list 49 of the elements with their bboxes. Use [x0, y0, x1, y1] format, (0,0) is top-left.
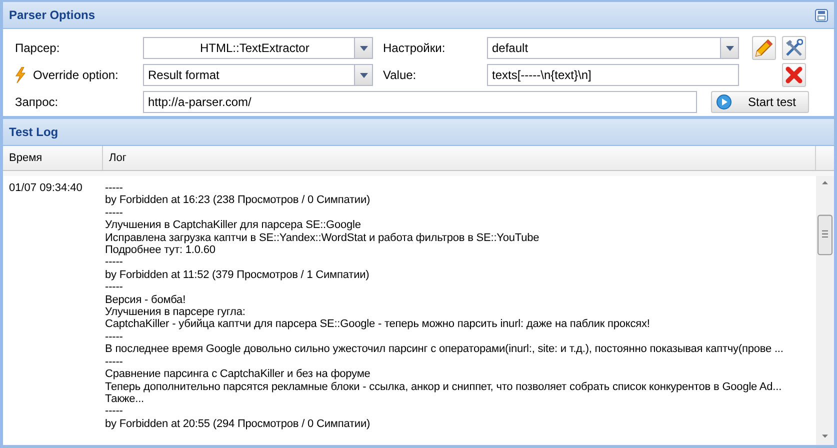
- log-line: -----: [104, 356, 124, 368]
- log-line: -----: [104, 330, 124, 344]
- log-line: CaptchaKiller - убийца каптчи для парсера SE::Google - теперь можно парсить inurl: даже на паблик проксях!: [104, 318, 651, 331]
- settings-select[interactable]: default: [487, 37, 739, 59]
- close-icon: [785, 66, 803, 84]
- log-line: Сравнение парсинга с CaptchaKiller и без на форуме: [104, 368, 372, 380]
- field-label: Value:: [383, 68, 418, 82]
- pencil-icon: [755, 39, 773, 57]
- log-line: by Forbidden at 20:55 (294 Просмотров / 0 Симпатии): [104, 418, 372, 430]
- play-icon: [716, 94, 732, 110]
- caret-icon: [360, 72, 368, 78]
- time-cell-text: 01/07 09:34:40: [8, 182, 84, 194]
- value-field[interactable]: texts[-----\n{text}\n]: [487, 64, 739, 86]
- start-test-button[interactable]: Start test: [711, 91, 809, 113]
- log-line: Подробнее тут: 1.0.60: [104, 244, 216, 256]
- tools-button[interactable]: [782, 36, 806, 60]
- log-line: Также...: [104, 392, 145, 406]
- field-label: Парсер:: [15, 41, 61, 55]
- log-line: Исправлена загрузка каптчи в SE::Yandex::WordStat и работа фильтров в SE::YouTube: [104, 232, 540, 244]
- override-label: Override option:: [33, 68, 118, 82]
- column-header[interactable]: Лог: [103, 146, 816, 170]
- pencil-button[interactable]: [752, 36, 776, 60]
- field-label: Настройки:: [383, 41, 446, 55]
- log-line: Теперь дополнительно парсятся рекламные блоки - ссылка, анкор и сниппет, что позволяет собрать список конкурентов в Google Ad...: [104, 380, 783, 393]
- parser-select[interactable]: HTML::TextExtractor: [143, 37, 373, 59]
- log-line: -----: [104, 182, 124, 194]
- override-select[interactable]: Result format: [143, 64, 373, 86]
- scrollbar-drawing[interactable]: [816, 176, 834, 445]
- column-header[interactable]: Время: [3, 146, 103, 170]
- log-line: Версия - бомба!: [104, 294, 187, 306]
- log-line: -----: [104, 281, 124, 294]
- log-line: -----: [104, 256, 124, 269]
- panel-title: Parser Options: [9, 8, 96, 22]
- log-line: Улучшения в CaptchaKiller для парсера SE::Google: [104, 219, 362, 232]
- log-line: by Forbidden at 11:52 (379 Просмотров / 1 Симпатии): [104, 268, 370, 282]
- field-label: Запрос:: [15, 95, 60, 109]
- lightning-icon: [15, 67, 25, 83]
- panel-title: Test Log: [9, 125, 58, 139]
- log-line: Улучшения в парсере гугла:: [104, 306, 246, 318]
- log-line: -----: [104, 405, 124, 418]
- caret-icon: [726, 46, 734, 50]
- log-line: by Forbidden at 16:23 (238 Просмотров / 0 Симпатии): [104, 194, 372, 207]
- log-line: В последнее время Google довольно сильно ужесточил парсинг с операторами(inurl:, site: и т.д.), постоянно показывая каптчу(прове ...: [104, 343, 784, 356]
- delete-button[interactable]: [782, 63, 806, 87]
- query-field[interactable]: http://a-parser.com/: [143, 91, 697, 113]
- save-icon[interactable]: [815, 8, 828, 22]
- hammer-wrench-icon: [785, 39, 803, 57]
- log-line: -----: [104, 206, 124, 220]
- caret-icon: [360, 46, 368, 50]
